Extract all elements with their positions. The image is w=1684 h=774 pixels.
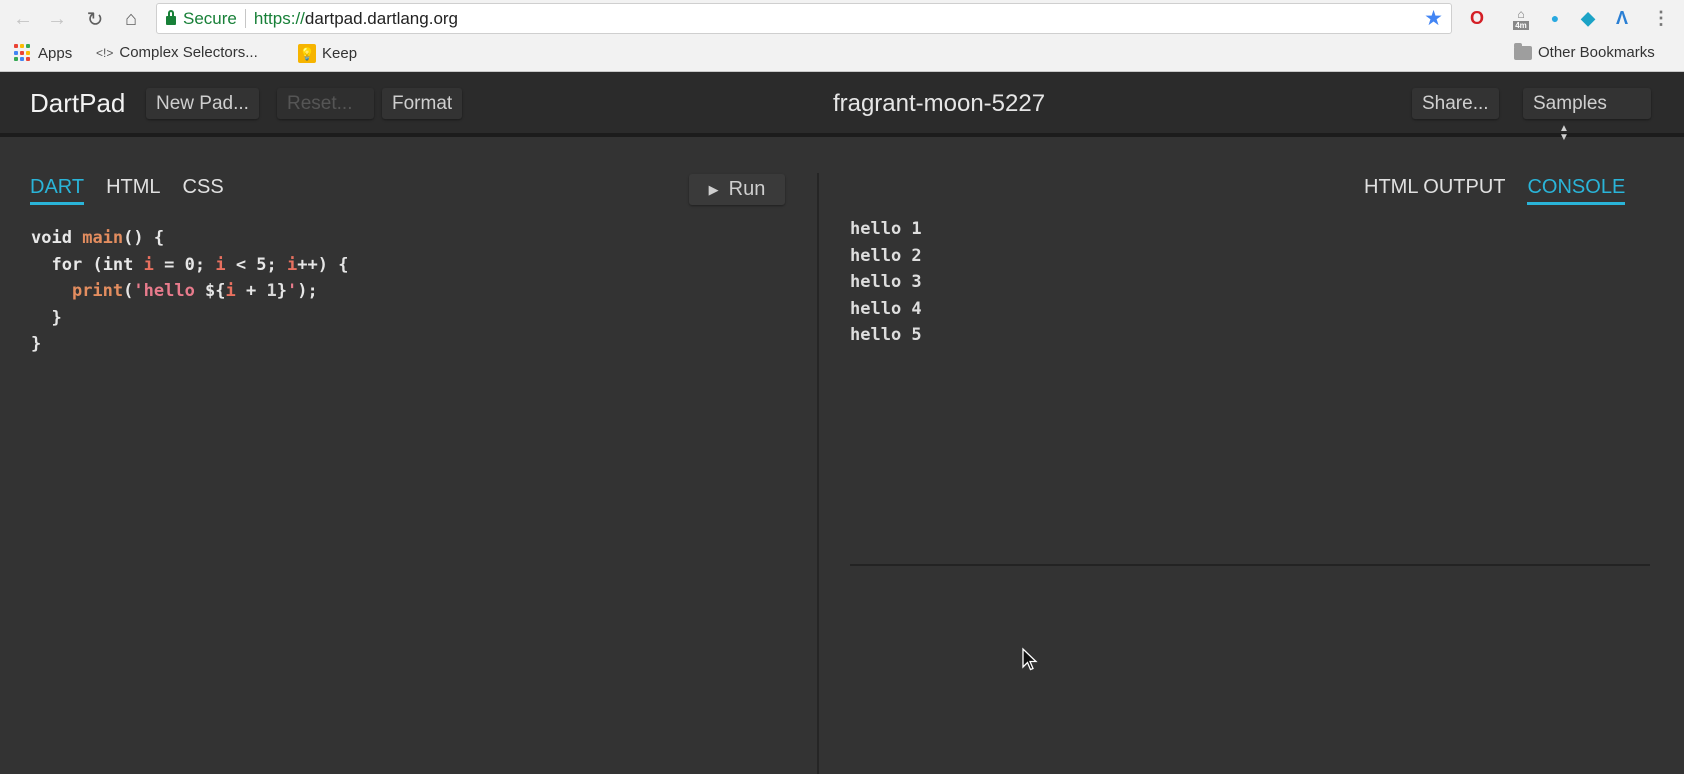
code-line: print('hello ${i + 1}'); <box>71 281 318 301</box>
code-line: } <box>31 307 62 328</box>
url-host: dartpad.dartlang.org <box>304 8 459 28</box>
tab-html-output[interactable]: HTML OUTPUT <box>1364 176 1505 205</box>
output-pane: HTML OUTPUT CONSOLE hello 1 hello 2 hello … <box>819 141 1684 774</box>
keep-icon: 💡 <box>298 44 316 63</box>
timer-glyph: ⌂ <box>1517 6 1525 21</box>
bookmark-star-icon[interactable]: ★ <box>1424 6 1443 31</box>
forward-button[interactable]: → <box>44 6 70 32</box>
console-line: hello 2 <box>850 245 922 266</box>
tab-html[interactable]: HTML <box>106 176 160 205</box>
tab-css[interactable]: CSS <box>183 176 224 205</box>
bookmark-label: Apps <box>38 44 73 62</box>
console-line: hello 4 <box>850 298 922 319</box>
play-icon: ▶ <box>708 181 719 197</box>
bookmarks-bar: Apps <!> Complex Selectors... 💡 Keep Oth… <box>0 40 1684 68</box>
tab-console[interactable]: CONSOLE <box>1527 176 1626 205</box>
extension-badge: 4m <box>1513 20 1529 30</box>
console-line: hello 5 <box>850 325 922 345</box>
home-icon: ⌂ <box>124 7 138 30</box>
run-label: Run <box>728 178 766 200</box>
mouse-cursor-icon <box>1022 647 1038 671</box>
console-line: hello 1 <box>850 219 922 239</box>
diamond-icon[interactable]: ◆ <box>1577 7 1599 29</box>
reload-icon: ↻ <box>86 8 104 31</box>
code-line: void main() { <box>31 228 165 248</box>
editor-tabs: DART HTML CSS <box>30 176 246 205</box>
home-button[interactable]: ⌂ <box>118 6 144 32</box>
apps-grid-icon <box>14 44 32 62</box>
share-button[interactable]: Share... <box>1412 88 1499 119</box>
opera-icon[interactable]: O <box>1466 7 1488 29</box>
folder-icon <box>1514 42 1532 60</box>
code-line: for (int i = 0; i < 5; i++) { <box>51 254 349 275</box>
bookmark-label: Complex Selectors... <box>119 44 258 61</box>
bookmark-complex-selectors[interactable]: <!> Complex Selectors... <box>96 44 258 61</box>
arrow-left-icon: ← <box>13 7 33 30</box>
security-label: Secure <box>183 8 237 28</box>
other-bookmarks-label: Other Bookmarks <box>1538 44 1655 61</box>
drop-icon[interactable]: ● <box>1544 7 1566 29</box>
back-button[interactable]: ← <box>10 6 36 32</box>
bookmark-apps[interactable]: Apps <box>14 44 72 62</box>
browser-chrome: ← → ↻ ⌂ Secure https://dartpad.dartlang.… <box>0 0 1684 72</box>
lambda-icon[interactable]: Λ <box>1611 7 1633 29</box>
app-logo[interactable]: DartPad <box>30 88 125 119</box>
samples-select[interactable]: Samples ▲ ▼ <box>1523 88 1651 142</box>
code-brackets-icon: <!> <box>96 45 114 60</box>
reset-button[interactable]: Reset... <box>277 88 374 119</box>
other-bookmarks[interactable]: Other Bookmarks <box>1514 42 1655 61</box>
output-tabs: HTML OUTPUT CONSOLE <box>1364 176 1626 205</box>
arrow-right-icon: → <box>47 7 67 30</box>
lock-icon <box>166 10 176 25</box>
address-bar[interactable]: Secure https://dartpad.dartlang.org ★ <box>156 3 1452 34</box>
select-arrows-icon: ▲ ▼ <box>1559 122 1569 143</box>
bookmark-keep[interactable]: 💡 Keep <box>298 44 357 63</box>
bookmark-label: Keep <box>322 45 358 62</box>
menu-kebab-icon[interactable]: ⋮ <box>1650 7 1672 29</box>
console-output: hello 1 hello 2 hello 3 hello 4 hello 5 <box>850 216 922 349</box>
pad-title: fragrant-moon-5227 <box>832 90 1046 117</box>
samples-label: Samples <box>1533 93 1607 114</box>
app-header: DartPad New Pad... Reset... Format fragr… <box>0 72 1684 142</box>
output-divider[interactable] <box>850 564 1650 566</box>
format-button[interactable]: Format <box>382 88 463 119</box>
code-line: } <box>31 334 42 354</box>
new-pad-button[interactable]: New Pad... <box>146 88 259 119</box>
console-line: hello 3 <box>850 272 922 292</box>
run-button[interactable]: ▶ Run <box>689 174 785 205</box>
code-editor[interactable]: void main() { for (int i = 0; i < 5; i++… <box>31 225 348 358</box>
omnibox-separator <box>244 9 246 28</box>
tab-dart[interactable]: DART <box>30 176 85 205</box>
timer-extension-icon[interactable]: ⌂ 4m <box>1510 6 1532 30</box>
reload-button[interactable]: ↻ <box>82 6 108 32</box>
editor-pane: DART HTML CSS ▶ Run void main() { for (i… <box>0 141 818 774</box>
url-scheme: https:// <box>253 8 305 28</box>
